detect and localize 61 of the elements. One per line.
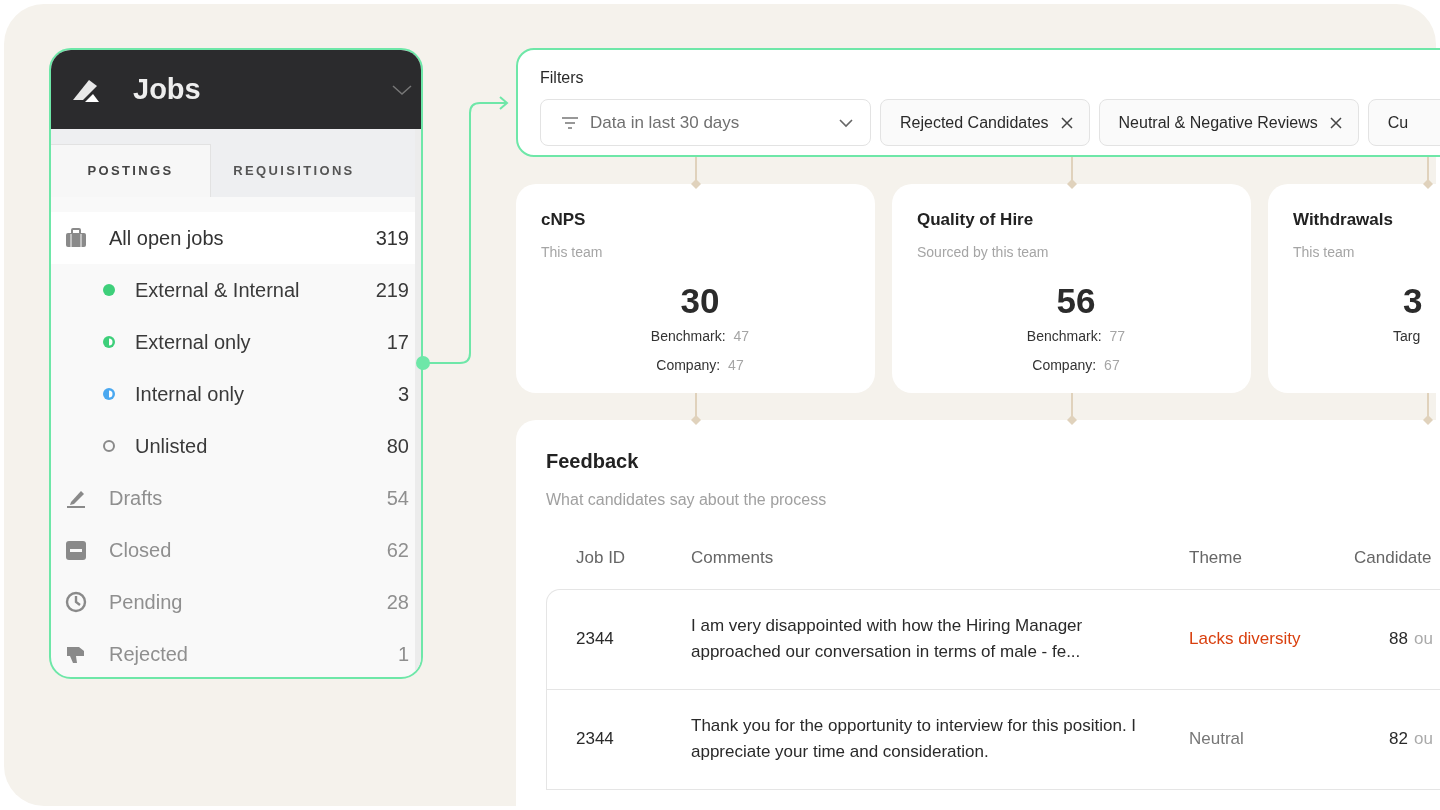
sidebar-item[interactable]: Unlisted 80 xyxy=(51,420,415,472)
minus-square-icon xyxy=(65,539,87,561)
sidebar-item[interactable]: External & Internal 219 xyxy=(51,264,415,316)
filter-icon xyxy=(561,115,579,130)
table-cell-text: ou xyxy=(1413,728,1433,751)
section-title: Feedback xyxy=(546,449,640,474)
connector-line xyxy=(691,392,701,425)
stat-value: 30 xyxy=(680,282,720,318)
date-range-dropdown[interactable]: Data in last 30 days xyxy=(540,99,871,146)
chevron-down-icon xyxy=(838,116,854,129)
close-icon xyxy=(1329,116,1342,129)
briefcase-icon xyxy=(65,227,87,249)
column-header: Theme xyxy=(1189,547,1243,569)
card-title: cNPS xyxy=(541,209,587,231)
connector-line xyxy=(691,156,701,189)
table-cell-text: 2344 xyxy=(576,628,615,651)
clock-icon xyxy=(65,591,87,613)
sidebar-item[interactable]: All open jobs 319 xyxy=(51,212,415,264)
stat-number: 67 xyxy=(1104,355,1120,375)
sidebar-item[interactable]: Internal only 3 xyxy=(51,368,415,420)
filter-chip[interactable]: Rejected Candidates xyxy=(880,99,1090,146)
tab[interactable]: POSTINGS xyxy=(51,144,211,197)
stat-label: Benchmark: xyxy=(1026,326,1102,346)
stat-label: Targ xyxy=(1393,326,1421,346)
section-subtitle: What candidates say about the process xyxy=(546,490,828,510)
connector-line xyxy=(1423,156,1433,189)
stat-value: 3 xyxy=(1403,282,1423,318)
theme-label: Neutral xyxy=(1189,728,1245,751)
filters-label: Filters xyxy=(540,68,585,88)
column-header: Job ID xyxy=(576,547,627,569)
panel-title: Jobs xyxy=(133,71,201,107)
stat-label: Company: xyxy=(656,355,721,375)
connector-line xyxy=(1423,392,1433,425)
table-cell-text: 82 xyxy=(1389,728,1408,751)
stat-number: 47 xyxy=(728,355,744,375)
table-cell-text: 2344 xyxy=(576,728,615,751)
card-title: Quality of Hire xyxy=(917,209,1035,231)
tab[interactable]: REQUISITIONS xyxy=(211,144,377,197)
table-cell-text: 88 xyxy=(1389,628,1408,651)
stat-label: Company: xyxy=(1032,355,1097,375)
filter-chip[interactable]: Neutral & Negative Reviews xyxy=(1098,99,1359,146)
card-title: Withdrawals xyxy=(1293,209,1394,231)
stat-number: 77 xyxy=(1109,326,1126,346)
chevron-down-icon[interactable] xyxy=(391,82,413,97)
card-subtitle: Sourced by this team xyxy=(917,242,1050,262)
connector-line xyxy=(1067,392,1077,425)
stat-value: 56 xyxy=(1056,282,1096,318)
comment-text: Thank you for the opportunity to interview for this position. I appreciate your time and consideration. xyxy=(691,715,1138,763)
column-header: Candidate xyxy=(1354,547,1433,569)
column-header: Comments xyxy=(691,547,775,569)
stat-label: Benchmark: xyxy=(650,326,726,346)
sidebar-item[interactable]: External only 17 xyxy=(51,316,415,368)
stat-number: 47 xyxy=(733,326,750,346)
card-subtitle: This team xyxy=(1293,242,1356,262)
table-cell-text: ou xyxy=(1413,628,1433,651)
connector-line xyxy=(1067,156,1077,189)
theme-label: Lacks diversity xyxy=(1189,628,1302,651)
close-icon xyxy=(1060,116,1073,129)
card-subtitle: This team xyxy=(541,242,604,262)
filter-chip[interactable]: Cu xyxy=(1367,99,1440,146)
comment-text: I am very disappointed with how the Hiring Manager approached our conversation in terms of male - fe... xyxy=(691,615,1084,663)
